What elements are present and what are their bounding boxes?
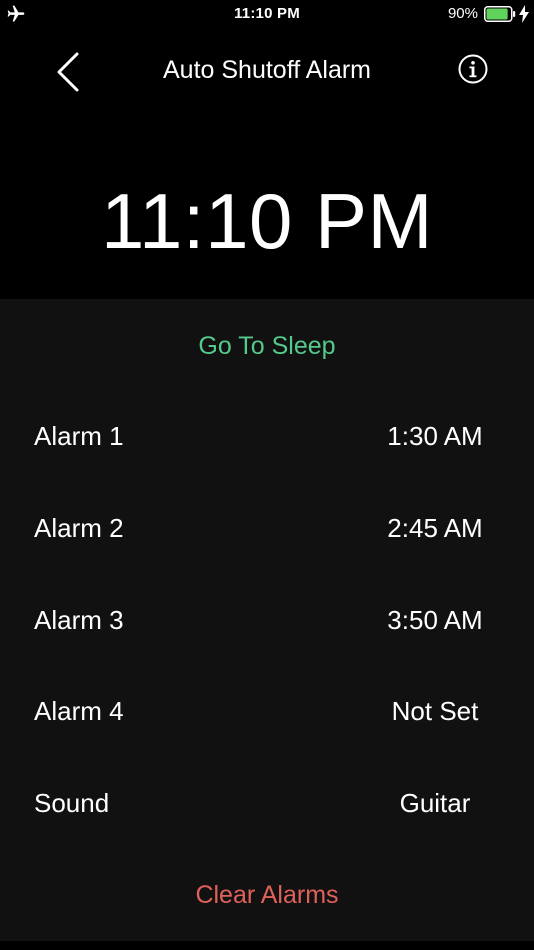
alarm-1-row[interactable]: Alarm 1 1:30 AM <box>0 407 534 467</box>
alarm-1-time: 1:30 AM <box>387 421 483 451</box>
alarm-2-time: 2:45 AM <box>387 513 483 543</box>
sound-row[interactable]: Sound Guitar <box>0 774 534 834</box>
alarm-4-row[interactable]: Alarm 4 Not Set <box>0 682 534 742</box>
alarm-panel: Go To Sleep Alarm 1 1:30 AM Alarm 2 2:45… <box>0 299 534 941</box>
alarm-2-row[interactable]: Alarm 2 2:45 AM <box>0 499 534 559</box>
clear-alarms-button[interactable]: Clear Alarms <box>0 881 534 910</box>
info-button[interactable] <box>458 54 488 84</box>
alarm-3-time: 3:50 AM <box>387 605 483 635</box>
sound-value: Guitar <box>399 788 471 818</box>
page-title: Auto Shutoff Alarm <box>163 56 371 84</box>
navigation-bar: Auto Shutoff Alarm <box>0 40 534 102</box>
info-circle-icon <box>458 54 488 84</box>
battery-icon <box>484 6 516 22</box>
status-bar: 11:10 PM 90% <box>0 0 534 28</box>
alarm-3-row[interactable]: Alarm 3 3:50 AM <box>0 591 534 651</box>
battery-fill <box>486 8 508 20</box>
alarm-4-time: Not Set <box>391 696 479 726</box>
battery-percent: 90% <box>447 5 478 22</box>
current-time-display: 11:10 PM <box>100 177 434 265</box>
sound-label: Sound <box>34 788 110 818</box>
alarm-1-label: Alarm 1 <box>34 421 124 451</box>
alarm-3-label: Alarm 3 <box>34 605 124 635</box>
alarm-4-label: Alarm 4 <box>34 696 124 726</box>
charging-bolt-icon <box>519 5 529 23</box>
go-to-sleep-button[interactable]: Go To Sleep <box>0 332 534 361</box>
alarm-2-label: Alarm 2 <box>34 513 124 543</box>
